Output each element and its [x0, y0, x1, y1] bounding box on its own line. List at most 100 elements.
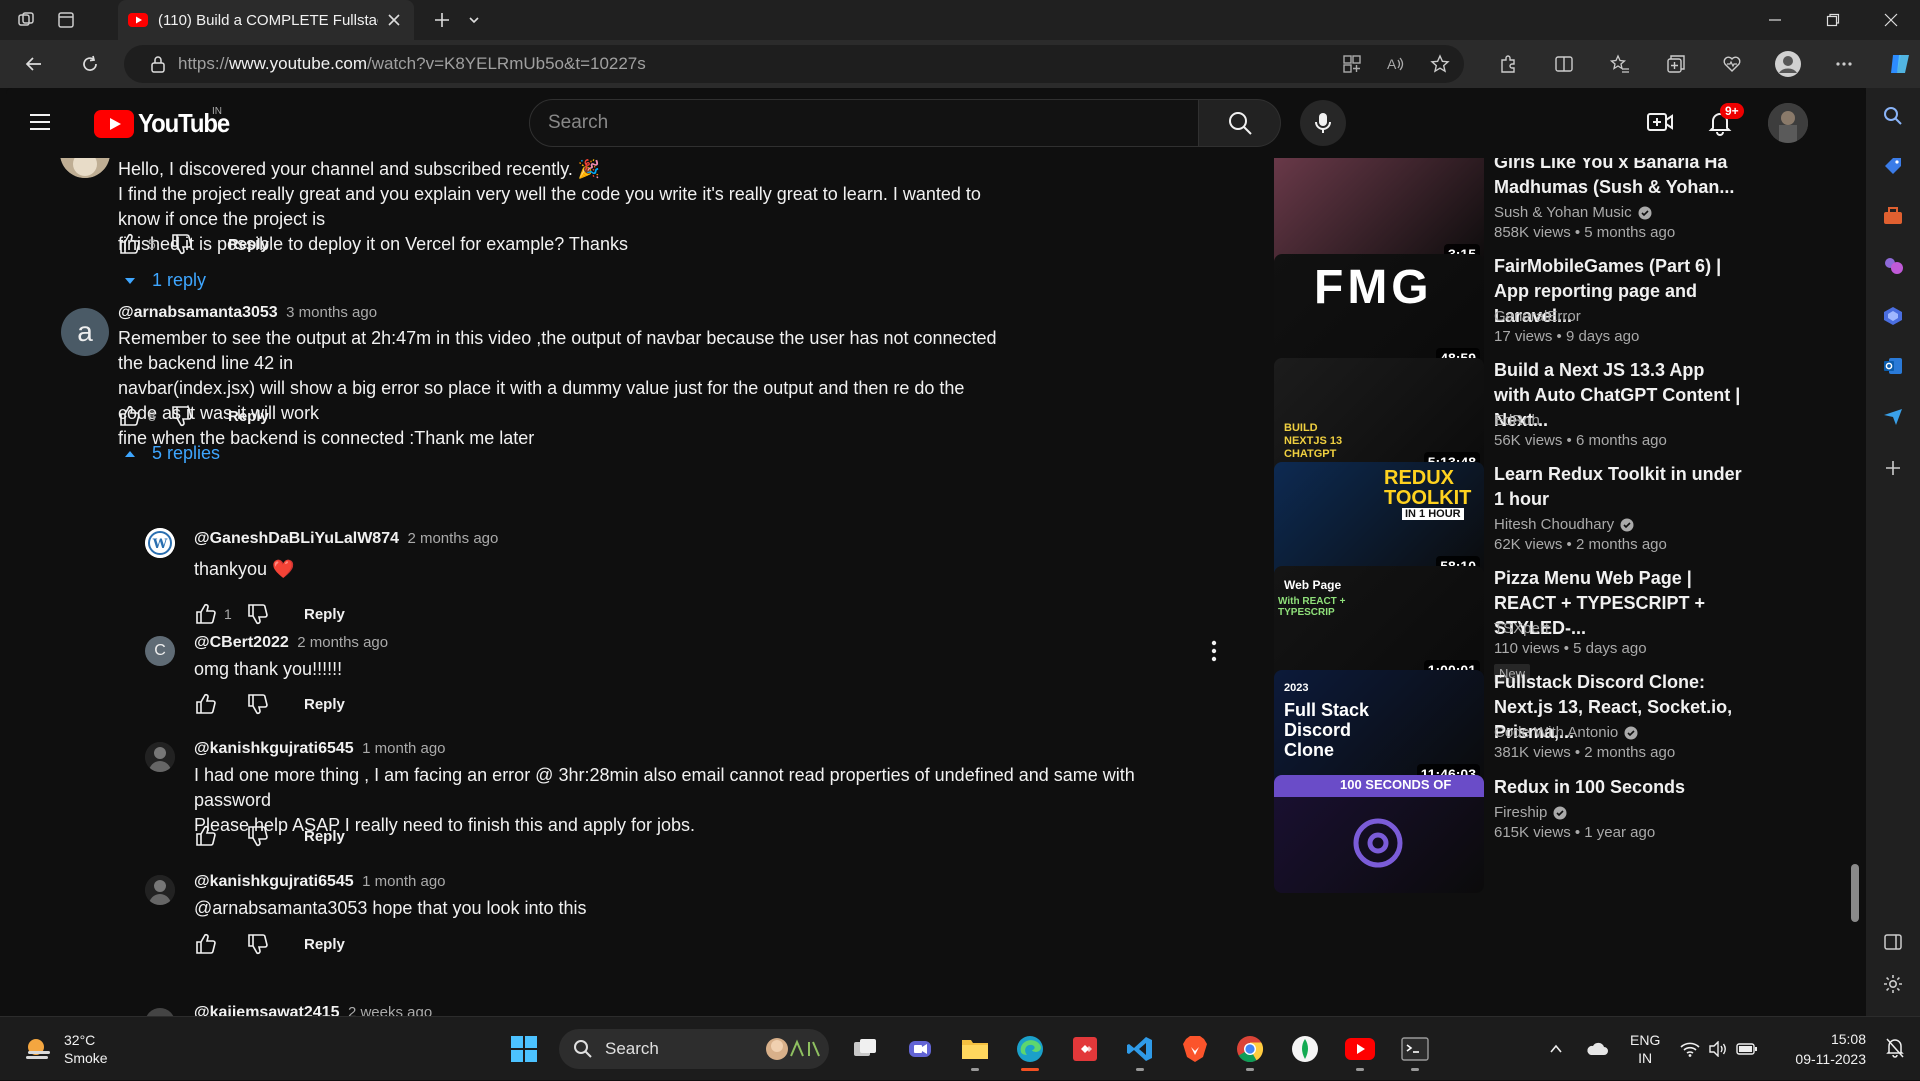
wifi-icon[interactable] [1680, 1041, 1700, 1057]
reply-timestamp[interactable]: 1 month ago [362, 740, 445, 757]
split-screen-icon[interactable] [1536, 54, 1592, 74]
hide-replies-button[interactable]: 5 replies [122, 443, 220, 464]
menu-icon[interactable] [26, 108, 54, 136]
related-video-channel[interactable]: Sush & Yohan Music [1494, 204, 1652, 221]
workspaces-icon[interactable] [6, 0, 46, 40]
related-video-item[interactable]: 100 SECONDS OF Redux in 100 Seconds Firesh… [1274, 775, 1744, 893]
hide-sidebar-icon[interactable] [1879, 928, 1907, 956]
onedrive-cloud-icon[interactable] [1586, 1041, 1608, 1057]
volume-icon[interactable] [1708, 1041, 1728, 1057]
related-video-item[interactable]: BUILD NEXTJS 13 CHATGPT APP5:13:48Build … [1274, 358, 1744, 476]
dislike-icon[interactable] [246, 824, 270, 848]
terminal-icon[interactable] [1387, 1025, 1442, 1073]
reply-author[interactable]: @GaneshDaBLiYuLalW874 [194, 530, 399, 547]
video-thumbnail[interactable]: Web PageWith REACT + TYPESCRIP1:00:01 [1274, 566, 1484, 684]
favorite-star-icon[interactable] [1430, 54, 1450, 74]
related-video-channel[interactable]: EdRoh [1494, 412, 1540, 429]
close-tab-icon[interactable] [384, 10, 404, 30]
meet-chat-icon[interactable] [892, 1025, 947, 1073]
reply-timestamp[interactable]: 2 months ago [407, 530, 498, 547]
start-button[interactable] [496, 1025, 551, 1073]
related-video-item[interactable]: REDUX TOOLKITIN 1 HOUR58:10Learn Redux T… [1274, 462, 1744, 580]
video-thumbnail[interactable]: FMG48:59 [1274, 254, 1484, 372]
sidebar-outlook-icon[interactable] [1879, 352, 1907, 380]
search-input[interactable]: Search [529, 99, 1199, 147]
notification-center-icon[interactable] [1886, 1038, 1904, 1058]
browser-essentials-icon[interactable] [1704, 54, 1760, 74]
like-icon[interactable] [194, 824, 218, 848]
show-hidden-icons-chevron-icon[interactable] [1548, 1041, 1564, 1057]
read-aloud-icon[interactable]: A [1386, 54, 1406, 74]
favorites-icon[interactable] [1592, 54, 1648, 74]
related-video-channel[interactable]: Code With Antonio [1494, 724, 1638, 741]
related-video-channel[interactable]: TSXpert [1494, 620, 1549, 637]
commenter-avatar[interactable]: a [61, 308, 109, 356]
voice-search-button[interactable] [1300, 100, 1346, 146]
dislike-icon[interactable] [246, 602, 270, 626]
minimize-icon[interactable] [1746, 0, 1804, 40]
replier-avatar[interactable] [145, 742, 175, 772]
reply-button[interactable]: Reply [304, 936, 345, 953]
related-video-channel[interactable]: Fireship [1494, 804, 1567, 821]
like-icon[interactable] [194, 692, 218, 716]
chrome-browser-icon[interactable] [1222, 1025, 1277, 1073]
weather-widget[interactable]: 32°C Smoke [22, 1031, 108, 1067]
back-icon[interactable] [14, 44, 54, 84]
profile-icon[interactable] [1760, 50, 1816, 78]
video-thumbnail[interactable]: Full Stack Discord Clone 2023 11:46:03 [1274, 670, 1484, 788]
related-video-title[interactable]: Learn Redux Toolkit in under 1 hour [1494, 462, 1744, 512]
tab-list-chevron-icon[interactable] [462, 0, 486, 40]
like-icon[interactable] [118, 404, 142, 428]
sidebar-shopping-icon[interactable] [1879, 152, 1907, 180]
input-language-indicator[interactable]: ENG IN [1630, 1031, 1660, 1067]
related-video-title[interactable]: Girls Like You x Baharla Ha Madhumas (Su… [1494, 158, 1744, 200]
mongodb-compass-icon[interactable] [1277, 1025, 1332, 1073]
create-video-icon[interactable] [1646, 110, 1674, 134]
reply-author[interactable]: @kajjemsawat2415 [194, 1004, 339, 1016]
sidebar-search-icon[interactable] [1879, 102, 1907, 130]
more-options-icon[interactable] [1816, 54, 1872, 74]
collections-icon[interactable] [1648, 54, 1704, 74]
related-video-channel[interactable]: GeneralError [1494, 308, 1581, 325]
youtube-app-icon[interactable] [1332, 1025, 1387, 1073]
reply-timestamp[interactable]: 2 months ago [297, 634, 388, 651]
related-video-item[interactable]: 3:15Girls Like You x Baharla Ha Madhumas… [1274, 158, 1744, 268]
tab-actions-icon[interactable] [46, 0, 86, 40]
reply-timestamp[interactable]: 1 month ago [362, 873, 445, 890]
video-thumbnail[interactable]: 100 SECONDS OF [1274, 775, 1484, 893]
dislike-icon[interactable] [170, 404, 194, 428]
like-icon[interactable] [194, 602, 218, 626]
reply-button[interactable]: Reply [228, 408, 269, 425]
youtube-logo[interactable]: YouTube IN [94, 106, 237, 139]
active-tab[interactable]: (110) Build a COMPLETE Fullstack [118, 0, 414, 40]
address-bar[interactable]: https://www.youtube.com/watch?v=K8YELRmU… [124, 45, 1464, 83]
sidebar-copilot-app-icon[interactable] [1879, 302, 1907, 330]
system-clock[interactable]: 15:08 09-11-2023 [1795, 1029, 1866, 1069]
comment-timestamp[interactable]: 3 months ago [286, 304, 377, 321]
restore-icon[interactable] [1804, 0, 1862, 40]
dislike-icon[interactable] [170, 232, 194, 256]
app-available-icon[interactable] [1342, 54, 1362, 74]
lock-icon[interactable] [150, 55, 166, 73]
video-thumbnail[interactable]: REDUX TOOLKITIN 1 HOUR58:10 [1274, 462, 1484, 580]
close-window-icon[interactable] [1862, 0, 1920, 40]
reply-author[interactable]: @CBert2022 [194, 634, 289, 651]
search-button[interactable] [1199, 99, 1281, 147]
related-video-title[interactable]: Redux in 100 Seconds [1494, 775, 1744, 800]
brave-browser-icon[interactable] [1167, 1025, 1222, 1073]
notifications-bell-icon[interactable]: 9+ [1706, 103, 1744, 136]
edge-browser-icon[interactable] [1002, 1025, 1057, 1073]
sidebar-add-icon[interactable] [1879, 454, 1907, 482]
related-video-item[interactable]: Full Stack Discord Clone 2023 11:46:03 Full… [1274, 670, 1744, 788]
page-scrollbar-thumb[interactable] [1851, 864, 1859, 922]
sidebar-settings-icon[interactable] [1879, 970, 1907, 998]
replier-avatar[interactable] [145, 1008, 175, 1016]
replier-avatar[interactable] [145, 875, 175, 905]
related-video-channel[interactable]: Hitesh Choudhary [1494, 516, 1634, 533]
related-video-item[interactable]: FMG48:59FairMobileGames (Part 6) | App r… [1274, 254, 1744, 372]
video-thumbnail[interactable]: 3:15 [1274, 158, 1484, 268]
extensions-icon[interactable] [1480, 54, 1536, 74]
sidebar-tools-icon[interactable] [1879, 202, 1907, 230]
like-icon[interactable] [118, 232, 142, 256]
reply-timestamp[interactable]: 2 weeks ago [348, 1004, 432, 1016]
